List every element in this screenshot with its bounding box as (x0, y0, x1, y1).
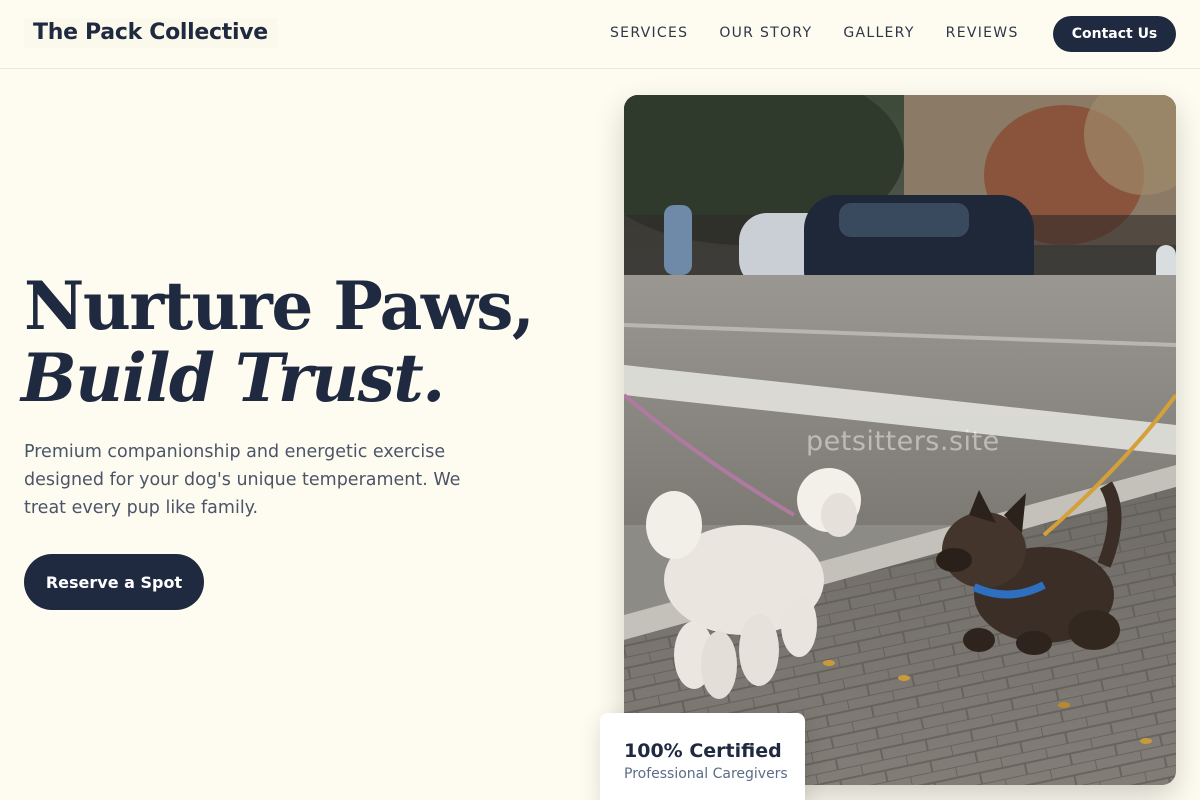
watermark-text: petsitters.site (806, 426, 1000, 457)
brand-logo[interactable]: The Pack Collective (24, 18, 277, 48)
nav-reviews[interactable]: REVIEWS (946, 24, 1019, 42)
hero-title-line2: Build Trust. (21, 339, 445, 417)
certified-badge: 100% Certified Professional Caregivers (600, 713, 805, 800)
nav-services[interactable]: SERVICES (610, 24, 688, 42)
hero-title-line1: Nurture Paws, (24, 267, 535, 345)
hero-title: Nurture Paws, Build Trust. (21, 267, 584, 417)
main-nav: SERVICES OUR STORY GALLERY REVIEWS (610, 24, 1050, 42)
nav-gallery[interactable]: GALLERY (843, 24, 914, 42)
hero-subtitle: Premium companionship and energetic exer… (24, 442, 461, 518)
badge-subtitle: Professional Caregivers (624, 766, 788, 782)
contact-button[interactable]: Contact Us (1053, 16, 1176, 52)
reserve-spot-button[interactable]: Reserve a Spot (24, 554, 204, 610)
nav-our-story[interactable]: OUR STORY (719, 24, 812, 42)
badge-title: 100% Certified (624, 740, 782, 762)
site-header: The Pack Collective SERVICES OUR STORY G… (0, 0, 1200, 69)
